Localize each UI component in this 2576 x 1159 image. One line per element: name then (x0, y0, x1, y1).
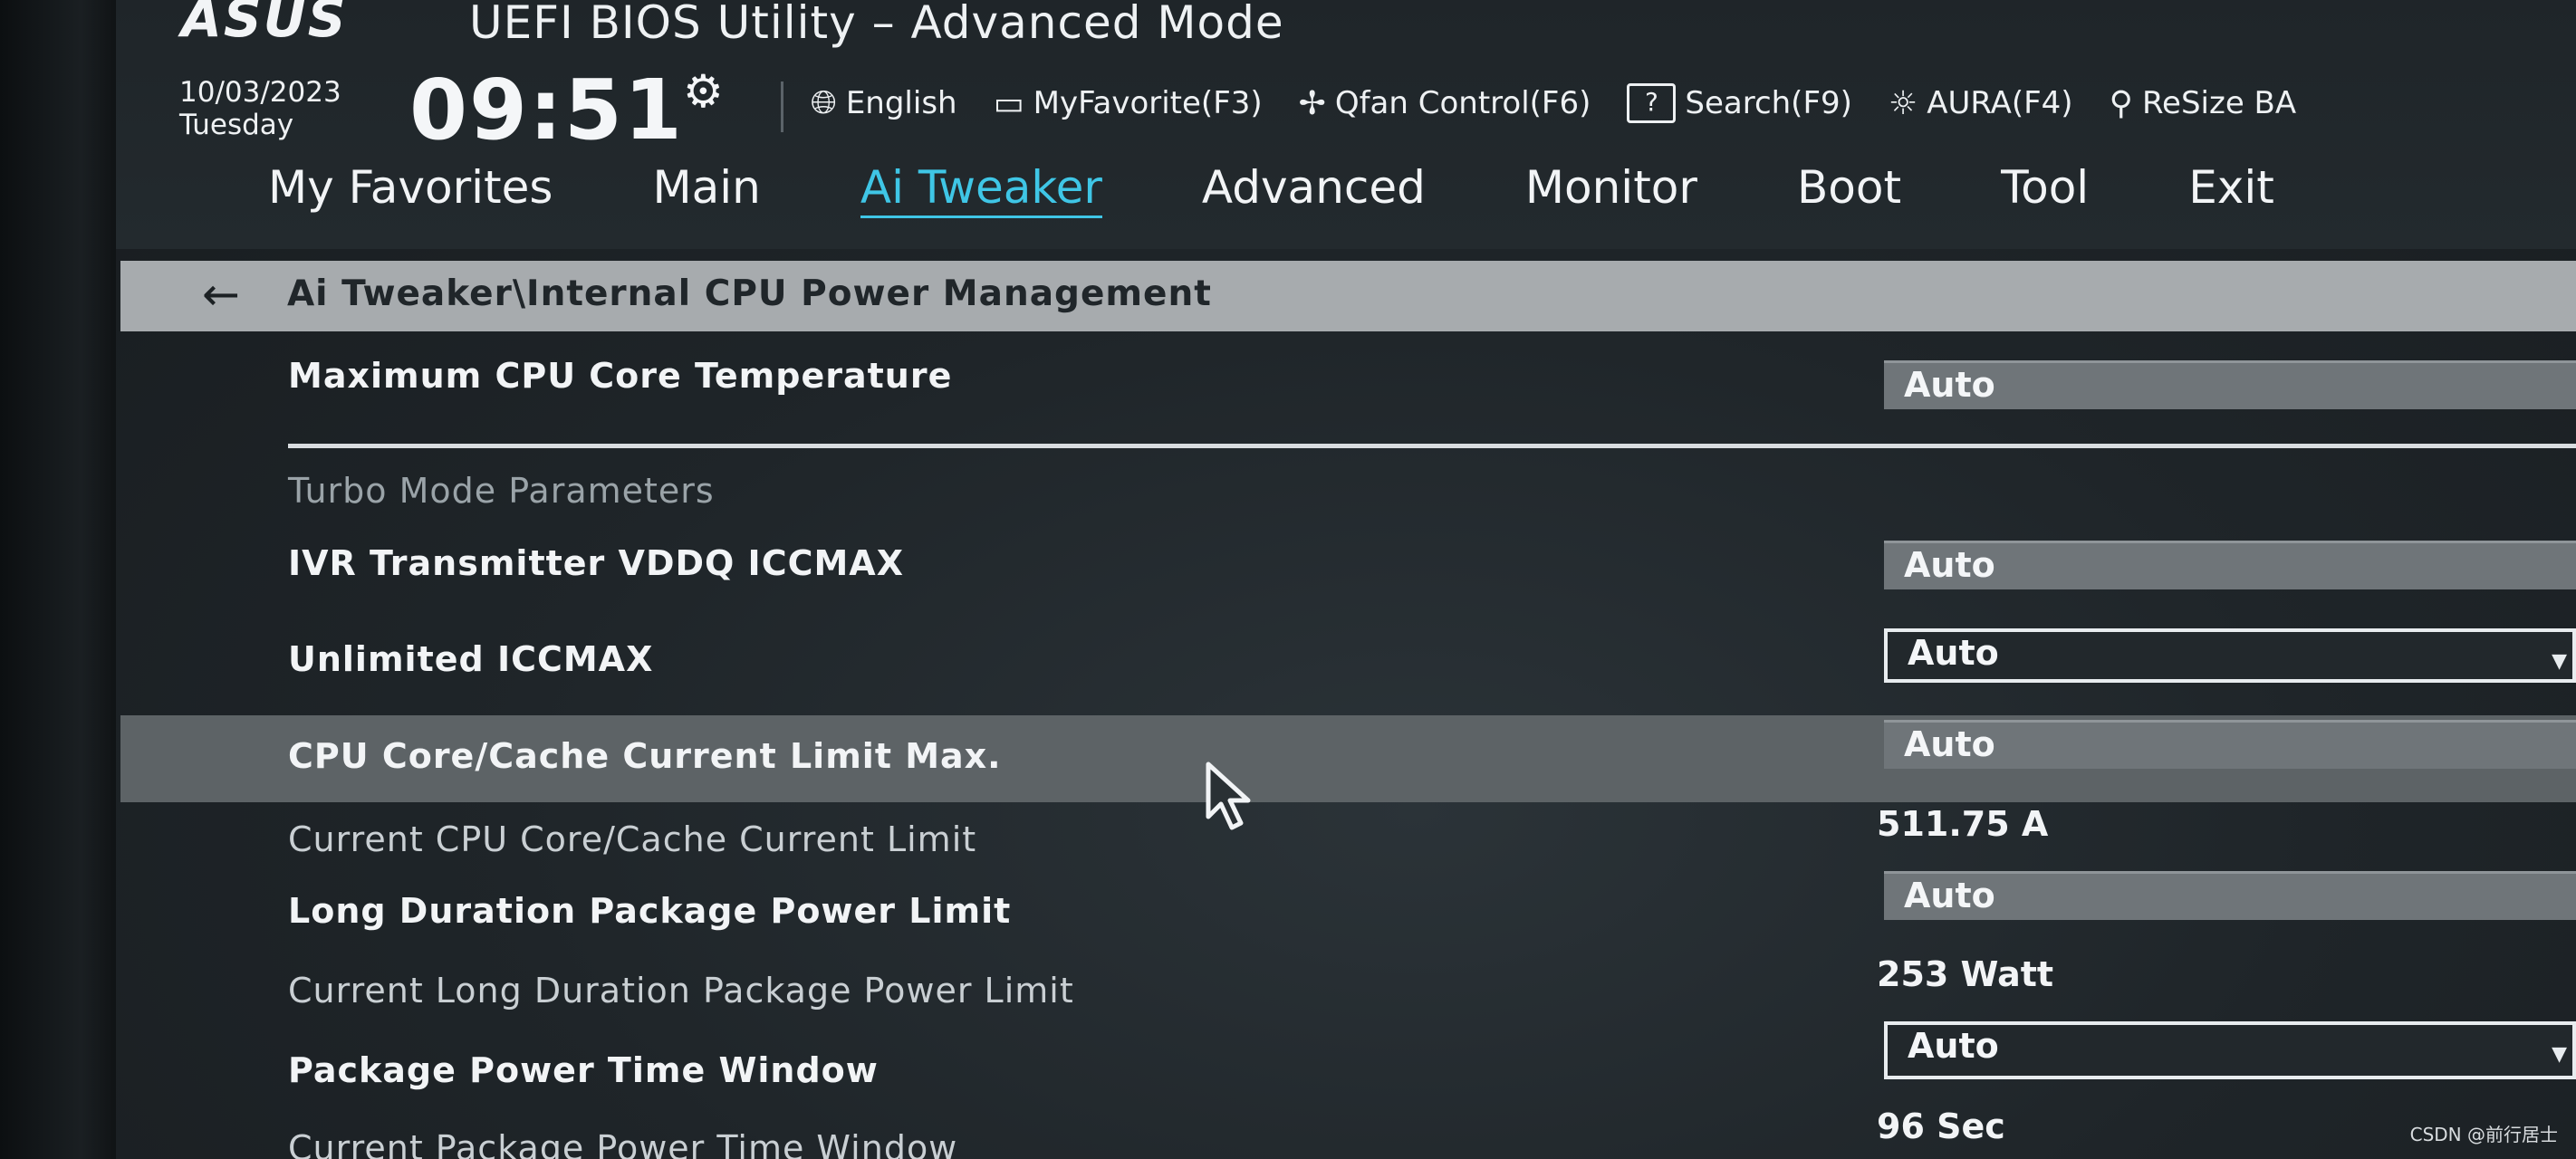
unlimited-iccmax-value: Auto (1908, 633, 1999, 673)
unlimited-iccmax-label: Unlimited ICCMAX (288, 639, 654, 679)
breadcrumb-text: Ai Tweaker\Internal CPU Power Management (287, 273, 1212, 314)
qfan-label: Qfan Control(F6) (1334, 85, 1591, 121)
core-cache-limit-label: CPU Core/Cache Current Limit Max. (288, 736, 1002, 776)
package-power-time-window-label: Package Power Time Window (288, 1050, 879, 1090)
chevron-down-icon: ▼ (2552, 1043, 2567, 1066)
chevron-down-icon: ▼ (2552, 650, 2567, 673)
monitor-bezel (0, 0, 116, 1159)
globe-icon: 🌐︎ (811, 84, 837, 121)
tab-monitor[interactable]: Monitor (1525, 161, 1697, 218)
favorite-icon: ▭ (993, 84, 1024, 122)
resize-bar-label: ReSize BA (2141, 85, 2297, 121)
current-core-cache-limit-value: 511.75 A (1877, 804, 2049, 844)
aura-label: AURA(F4) (1927, 85, 2073, 121)
back-arrow-icon[interactable]: ← (202, 268, 240, 321)
search-key-icon: ? (1627, 83, 1677, 123)
tab-main[interactable]: Main (652, 161, 760, 218)
package-power-time-window-dropdown[interactable]: Auto ▼ (1884, 1021, 2576, 1079)
header-divider (781, 81, 783, 132)
breadcrumb: ← Ai Tweaker\Internal CPU Power Manageme… (120, 261, 2576, 331)
ivr-vddq-iccmax-value[interactable]: Auto (1884, 541, 2576, 589)
long-duration-power-limit-value[interactable]: Auto (1884, 871, 2576, 920)
main-tabs: My Favorites Main Ai Tweaker Advanced Mo… (268, 161, 2274, 218)
tab-advanced[interactable]: Advanced (1202, 161, 1426, 218)
tab-boot[interactable]: Boot (1797, 161, 1901, 218)
search-button[interactable]: ? Search(F9) (1627, 83, 1852, 123)
current-long-duration-limit-label: Current Long Duration Package Power Limi… (288, 971, 1074, 1011)
ivr-vddq-iccmax-label: IVR Transmitter VDDQ ICCMAX (288, 543, 904, 583)
search-label: Search(F9) (1685, 85, 1852, 121)
asus-logo: ASUS (181, 0, 348, 49)
resize-bar-button[interactable]: ⚲ ReSize BA (2110, 85, 2297, 122)
myfavorite-button[interactable]: ▭ MyFavorite(F3) (994, 85, 1263, 122)
core-cache-limit-value[interactable]: Auto (1884, 720, 2576, 769)
resize-bar-icon: ⚲ (2109, 84, 2133, 122)
fan-icon: ✢ (1298, 84, 1326, 122)
language-button[interactable]: 🌐︎ English (811, 84, 957, 122)
max-cpu-temp-label: Maximum CPU Core Temperature (288, 356, 953, 396)
bios-screen: ASUS UEFI BIOS Utility – Advanced Mode 1… (0, 0, 2576, 1159)
tab-my-favorites[interactable]: My Favorites (268, 161, 553, 218)
toolbar: 🌐︎ English ▭ MyFavorite(F3) ✢ Qfan Contr… (811, 83, 2296, 123)
gear-icon[interactable]: ⚙ (683, 65, 724, 118)
mouse-pointer-icon (1206, 761, 1251, 830)
watermark: CSDN @前行居士 (2409, 1124, 2558, 1145)
current-time-window-value: 96 Sec (1877, 1106, 2005, 1146)
long-duration-power-limit-label: Long Duration Package Power Limit (288, 891, 1012, 931)
bios-title: UEFI BIOS Utility – Advanced Mode (469, 0, 1284, 49)
qfan-button[interactable]: ✢ Qfan Control(F6) (1299, 85, 1591, 122)
current-time-window-label: Current Package Power Time Window (288, 1128, 958, 1159)
aura-button[interactable]: ☼ AURA(F4) (1889, 85, 2073, 122)
turbo-mode-section-label: Turbo Mode Parameters (288, 471, 715, 511)
date-display: 10/03/2023 Tuesday (179, 76, 341, 141)
myfavorite-label: MyFavorite(F3) (1033, 85, 1263, 121)
date-text: 10/03/2023 (179, 76, 341, 109)
current-long-duration-limit-value: 253 Watt (1877, 954, 2054, 994)
language-label: English (845, 85, 957, 121)
package-power-time-window-value: Auto (1908, 1026, 1999, 1066)
day-text: Tuesday (179, 109, 294, 141)
tab-exit[interactable]: Exit (2188, 161, 2274, 218)
max-cpu-temp-value[interactable]: Auto (1884, 360, 2576, 409)
clock-display: 09:51 (409, 62, 684, 158)
tab-tool[interactable]: Tool (2001, 161, 2089, 218)
unlimited-iccmax-dropdown[interactable]: Auto ▼ (1884, 628, 2576, 683)
aura-icon: ☼ (1888, 84, 1918, 122)
section-divider (288, 444, 2576, 448)
current-core-cache-limit-label: Current CPU Core/Cache Current Limit (288, 819, 977, 859)
tab-ai-tweaker[interactable]: Ai Tweaker (860, 161, 1102, 218)
